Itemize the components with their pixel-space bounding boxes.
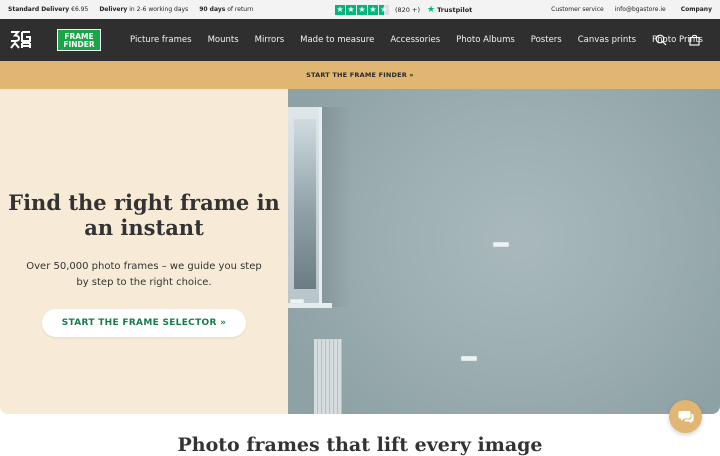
star-icon: ★ — [335, 4, 345, 15]
star-icon: ★ — [357, 4, 367, 15]
return-info: 90 days of return — [199, 6, 254, 13]
nav-item-picture-frames[interactable]: Picture frames — [130, 35, 192, 45]
rating-stars: ★ ★ ★ ★ ★ — [335, 4, 389, 15]
nav-item-mounts[interactable]: Mounts — [208, 35, 239, 45]
hero-image — [288, 89, 720, 414]
trustpilot-rating[interactable]: ★ ★ ★ ★ ★ (820 +) ★ Trustpilot — [335, 0, 472, 19]
trustpilot-star-icon: ★ — [427, 4, 436, 15]
star-icon: ★ — [346, 4, 356, 15]
rating-count: (820 +) — [395, 5, 420, 14]
nav-menu: Picture frames Mounts Mirrors Made to me… — [130, 19, 719, 61]
window-image — [288, 107, 322, 307]
nav-item-posters[interactable]: Posters — [531, 35, 562, 45]
star-icon: ★ — [368, 4, 378, 15]
nav-actions — [655, 19, 700, 61]
bga-logo[interactable] — [10, 30, 32, 50]
hero-title: Find the right frame in an instant — [8, 190, 280, 240]
utility-bar: Standard Delivery €6.95 Delivery in 2-6 … — [0, 0, 720, 19]
nav-item-accessories[interactable]: Accessories — [390, 35, 440, 45]
company-menu[interactable]: Company — [681, 6, 712, 13]
wall-shadow — [322, 107, 352, 307]
email-link[interactable]: info@bgastore.ie — [615, 6, 666, 13]
radiator-image — [314, 339, 342, 414]
main-nav: FRAME FINDER Picture frames Mounts Mirro… — [0, 19, 720, 61]
section-title: Photo frames that lift every image — [177, 434, 543, 456]
utility-links: Customer service info@bgastore.ie Compan… — [551, 0, 712, 19]
nav-item-mirrors[interactable]: Mirrors — [255, 35, 284, 45]
chat-icon — [678, 410, 693, 423]
shopping-bag-icon[interactable] — [689, 34, 700, 46]
wall-hotspot[interactable] — [493, 242, 509, 247]
shipping-info: Standard Delivery €6.95 — [8, 6, 89, 13]
wall-hotspot[interactable] — [461, 356, 477, 361]
trustpilot-logo: ★ Trustpilot — [427, 5, 472, 15]
frame-finder-logo[interactable]: FRAME FINDER — [57, 29, 101, 51]
frame-finder-banner-text: START THE FRAME FINDER » — [306, 71, 414, 79]
delivery-info: Delivery in 2-6 working days — [99, 6, 189, 13]
trustpilot-label: Trustpilot — [437, 5, 473, 14]
nav-item-photo-albums[interactable]: Photo Albums — [456, 35, 515, 45]
wall-hotspot[interactable] — [290, 299, 304, 304]
utility-info: Standard Delivery €6.95 Delivery in 2-6 … — [8, 0, 253, 19]
customer-service-link[interactable]: Customer service — [551, 6, 604, 13]
hero-section: Find the right frame in an instant Over … — [0, 89, 720, 414]
chat-button[interactable] — [669, 400, 702, 433]
hero-subtitle: Over 50,000 photo frames – we guide you … — [26, 261, 262, 288]
nav-item-canvas-prints[interactable]: Canvas prints — [578, 35, 636, 45]
hero-text-panel: Find the right frame in an instant Over … — [0, 89, 288, 414]
search-icon[interactable] — [655, 34, 667, 46]
half-star-icon: ★ — [379, 4, 389, 15]
nav-item-made-to-measure[interactable]: Made to measure — [300, 35, 374, 45]
frame-finder-banner[interactable]: START THE FRAME FINDER » — [0, 61, 720, 89]
start-frame-selector-button[interactable]: START THE FRAME SELECTOR » — [42, 309, 246, 337]
